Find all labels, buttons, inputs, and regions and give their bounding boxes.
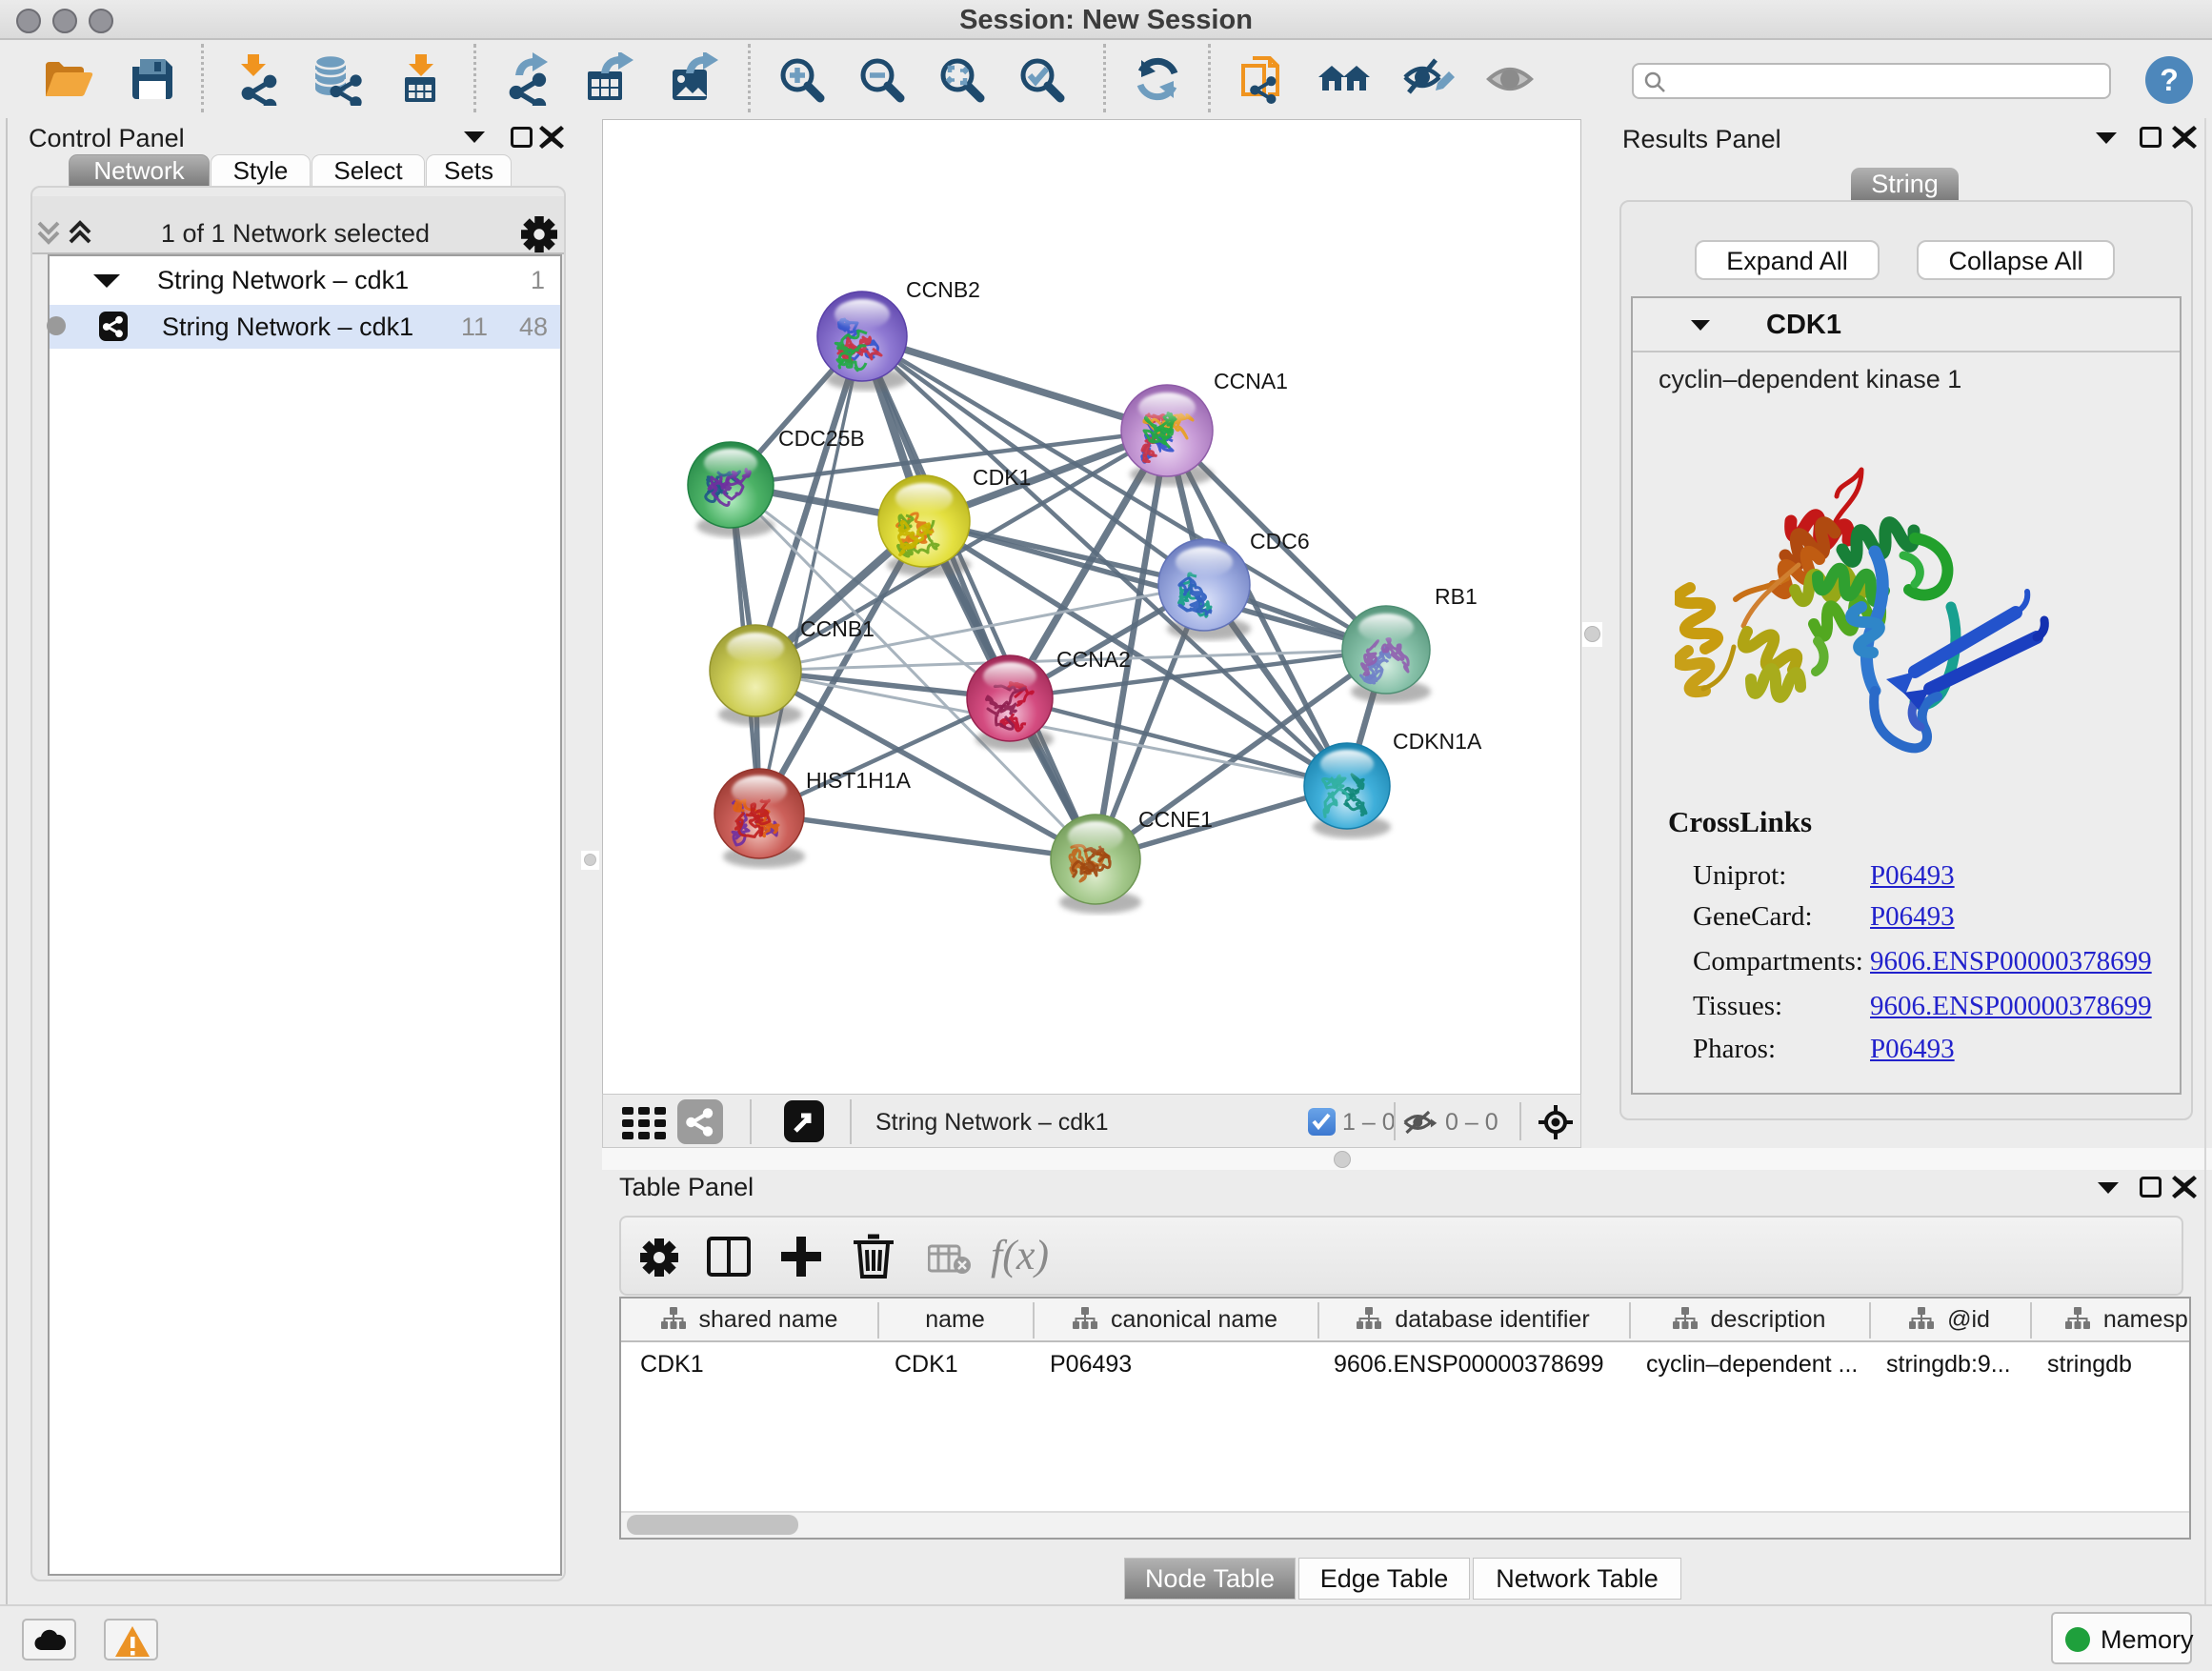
svg-text:CCNA2: CCNA2 [1056, 647, 1131, 672]
svg-text:CDK1: CDK1 [973, 465, 1031, 490]
svg-text:CCNB2: CCNB2 [906, 277, 980, 302]
svg-text:CDC25B: CDC25B [778, 426, 865, 451]
svg-text:CCNE1: CCNE1 [1138, 807, 1213, 832]
svg-text:?: ? [2160, 63, 2179, 97]
svg-text:CDC6: CDC6 [1250, 529, 1310, 554]
svg-text:HIST1H1A: HIST1H1A [806, 768, 912, 793]
svg-text:RB1: RB1 [1435, 584, 1478, 609]
svg-text:CCNA1: CCNA1 [1214, 369, 1288, 393]
svg-text:CCNB1: CCNB1 [800, 616, 875, 641]
svg-text:CDKN1A: CDKN1A [1393, 729, 1482, 754]
